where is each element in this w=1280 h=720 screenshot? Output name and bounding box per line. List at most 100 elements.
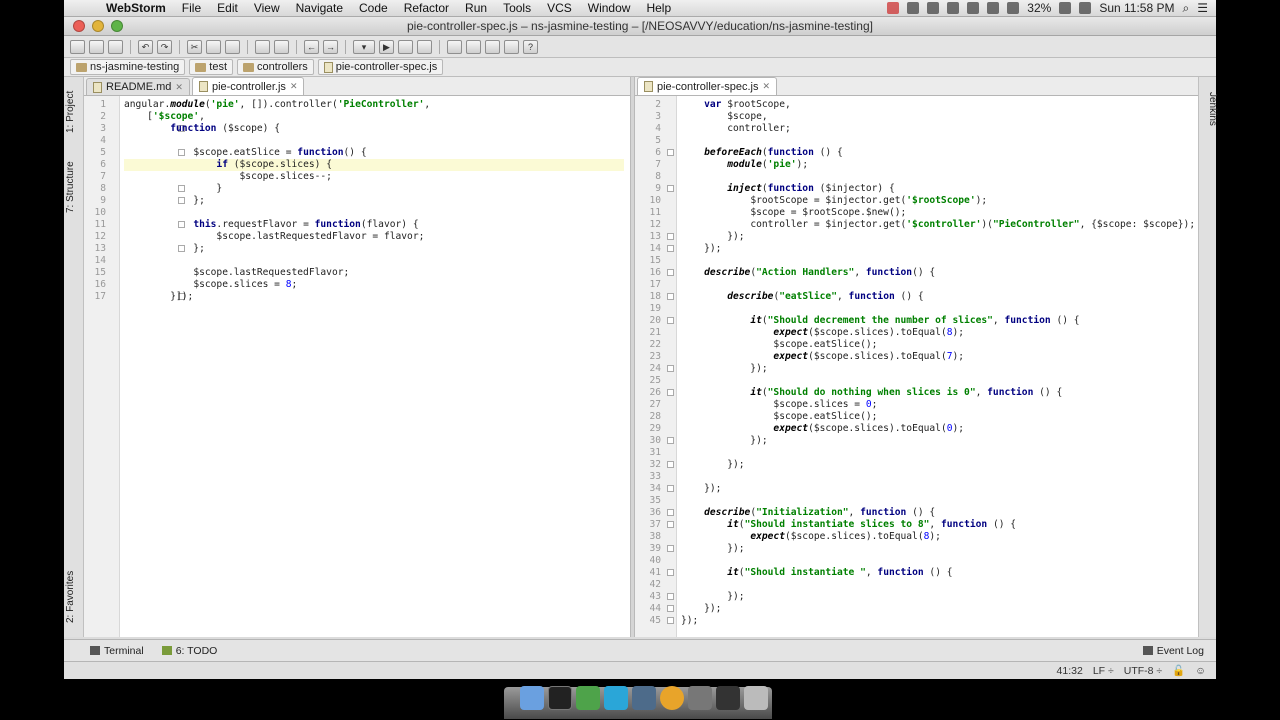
menu-extra-icon[interactable] [907, 2, 920, 14]
volume-icon[interactable] [1007, 2, 1020, 14]
fold-marker-icon[interactable] [667, 317, 674, 324]
close-tab-icon[interactable]: ✕ [175, 82, 183, 93]
wifi-icon[interactable] [987, 2, 1000, 14]
terminal-tool-button[interactable]: Terminal [90, 645, 144, 657]
fold-marker-icon[interactable] [667, 245, 674, 252]
redo-icon[interactable]: ↷ [157, 39, 172, 54]
menu-refactor[interactable]: Refactor [396, 1, 457, 15]
fold-marker-icon[interactable] [667, 185, 674, 192]
menu-app-webstorm[interactable]: WebStorm [98, 1, 174, 15]
dropbox-icon[interactable] [927, 2, 940, 14]
line-separator[interactable]: LF ÷ [1093, 665, 1114, 677]
fold-marker-icon[interactable] [667, 269, 674, 276]
fold-marker-icon[interactable] [667, 437, 674, 444]
menu-file[interactable]: File [174, 1, 209, 15]
webstorm-app-icon[interactable] [604, 686, 628, 710]
fold-marker-icon[interactable] [667, 617, 674, 624]
copy-icon[interactable] [206, 39, 221, 54]
flag-icon[interactable] [1079, 2, 1092, 14]
fold-marker-icon[interactable] [667, 461, 674, 468]
sourcetree-icon[interactable] [632, 686, 656, 710]
menu-tools[interactable]: Tools [495, 1, 539, 15]
code-editor-left[interactable]: 1 2 3 4 5 6 7 8 9 10 11 12 13 14 15 16 17 angular.module… [84, 96, 630, 637]
inspector-icon[interactable]: ☺ [1195, 665, 1206, 677]
fold-marker-icon[interactable] [667, 509, 674, 516]
notification-center-icon[interactable]: ☰ [1197, 1, 1208, 15]
evernote-icon[interactable] [576, 686, 600, 710]
menu-run[interactable]: Run [457, 1, 495, 15]
spotlight-icon[interactable]: ⌕ [1183, 1, 1190, 16]
tool-tab-jenkins[interactable]: Jenkins [1200, 85, 1218, 133]
trash-icon[interactable] [744, 686, 768, 710]
menu-window[interactable]: Window [580, 1, 639, 15]
fold-marker-icon[interactable] [667, 149, 674, 156]
event-log-button[interactable]: Event Log [1142, 645, 1204, 657]
sync-icon[interactable] [108, 39, 123, 54]
menu-view[interactable]: View [246, 1, 288, 15]
help-icon[interactable]: ? [523, 39, 538, 54]
cut-icon[interactable]: ✂ [187, 39, 202, 54]
breadcrumb-test[interactable]: test [189, 59, 233, 75]
menu-help[interactable]: Help [638, 1, 679, 15]
file-encoding[interactable]: UTF-8 ÷ [1124, 665, 1162, 677]
fold-marker-icon[interactable] [667, 485, 674, 492]
debug-icon[interactable] [398, 39, 413, 54]
lock-icon[interactable]: 🔓 [1172, 664, 1185, 677]
code-editor-right[interactable]: 2 3 4 5 6 7 8 9 10 11 12 13 14 15 16 17 18 19 20 21 22 23 24 25… [635, 96, 1198, 637]
paste-icon[interactable] [225, 39, 240, 54]
cursor-position[interactable]: 41:32 [1057, 665, 1083, 677]
battery-percent[interactable]: 32% [1027, 1, 1051, 15]
fold-marker-icon[interactable] [667, 605, 674, 612]
menu-code[interactable]: Code [351, 1, 396, 15]
fold-marker-icon[interactable] [667, 365, 674, 372]
breadcrumb-file[interactable]: pie-controller-spec.js [317, 59, 444, 75]
record-icon[interactable] [887, 2, 900, 14]
breadcrumb-controllers[interactable]: controllers [237, 59, 314, 75]
fold-marker-icon[interactable] [667, 389, 674, 396]
tab-pie-controller[interactable]: pie-controller.js ✕ [191, 77, 305, 95]
fold-marker-icon[interactable] [667, 293, 674, 300]
screen-recorder-icon[interactable] [688, 686, 712, 710]
battery-icon[interactable] [1059, 2, 1072, 14]
terminal-app-icon[interactable] [548, 686, 572, 710]
replace-icon[interactable] [274, 39, 289, 54]
save-all-icon[interactable] [89, 39, 104, 54]
breadcrumb-project[interactable]: ns-jasmine-testing [70, 59, 186, 75]
find-icon[interactable] [255, 39, 270, 54]
close-tab-icon[interactable]: ✕ [762, 81, 770, 92]
tool-tab-project[interactable]: 1: Project [65, 82, 83, 142]
menu-edit[interactable]: Edit [209, 1, 246, 15]
undo-icon[interactable]: ↶ [138, 39, 153, 54]
tab-pie-controller-spec[interactable]: pie-controller-spec.js ✕ [637, 77, 778, 95]
time-machine-icon[interactable] [947, 2, 960, 14]
code-area[interactable]: var $rootScope, $scope, controller; befo… [681, 99, 1195, 627]
close-tab-icon[interactable]: ✕ [290, 81, 298, 92]
menu-vcs[interactable]: VCS [539, 1, 580, 15]
tool-tab-structure[interactable]: 7: Structure [65, 152, 83, 222]
browser-icon[interactable] [504, 39, 519, 54]
fold-marker-icon[interactable] [667, 593, 674, 600]
run-configuration-dropdown[interactable]: ▾ [353, 39, 375, 54]
finder-icon[interactable] [520, 686, 544, 710]
chrome-canary-icon[interactable] [660, 686, 684, 710]
fold-marker-icon[interactable] [667, 569, 674, 576]
code-area[interactable]: angular.module('pie', []).controller('Pi… [124, 99, 624, 303]
run-icon[interactable]: ▶ [379, 39, 394, 54]
todo-tool-button[interactable]: 6: TODO [161, 645, 217, 657]
menu-navigate[interactable]: Navigate [288, 1, 351, 15]
back-arrow-icon[interactable]: ← [304, 39, 319, 54]
tool-tab-favorites[interactable]: 2: Favorites [65, 563, 83, 631]
project-structure-icon[interactable] [466, 39, 481, 54]
tab-readme[interactable]: README.md ✕ [86, 78, 190, 95]
fold-marker-icon[interactable] [667, 545, 674, 552]
forward-arrow-icon[interactable]: → [323, 39, 338, 54]
downloads-icon[interactable] [716, 686, 740, 710]
menubar-clock[interactable]: Sun 11:58 PM [1099, 1, 1174, 15]
vcs-icon[interactable] [485, 39, 500, 54]
open-icon[interactable] [70, 39, 85, 54]
fold-marker-icon[interactable] [667, 233, 674, 240]
fold-marker-icon[interactable] [667, 521, 674, 528]
bluetooth-icon[interactable] [967, 2, 980, 14]
stop-icon[interactable] [417, 39, 432, 54]
settings-icon[interactable] [447, 39, 462, 54]
